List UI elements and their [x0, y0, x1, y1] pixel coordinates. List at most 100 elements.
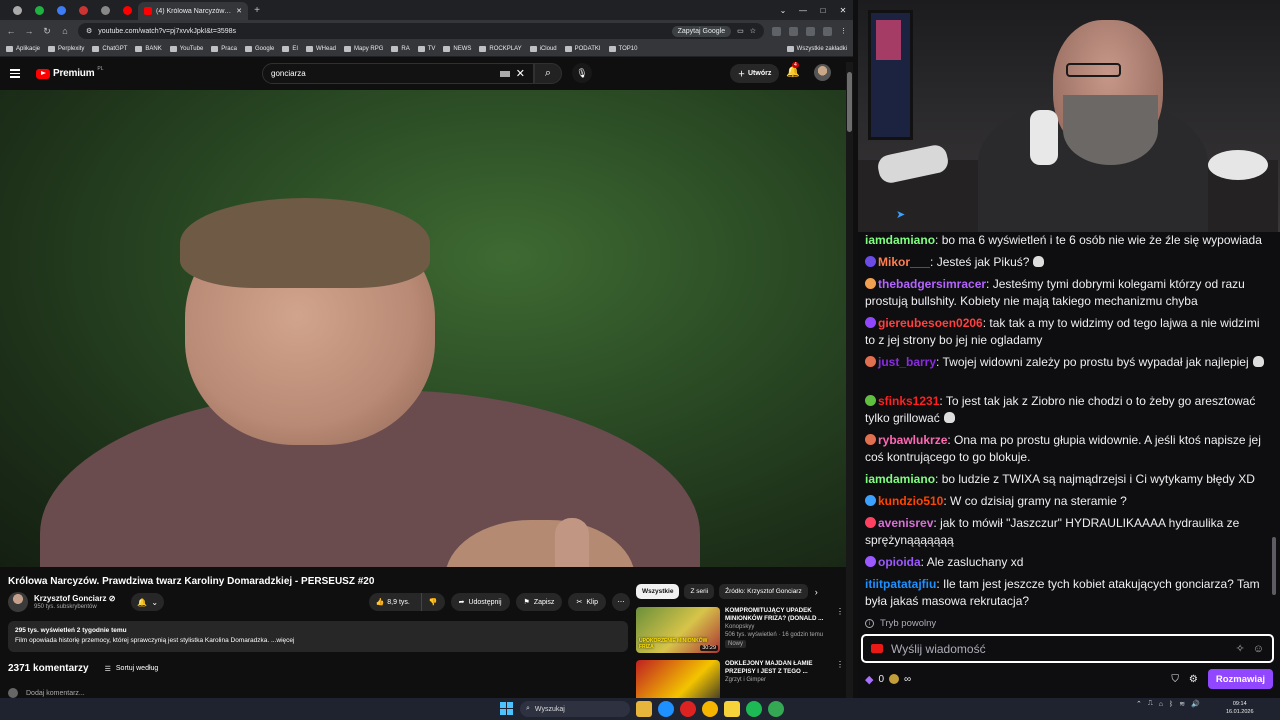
video-thumbnail[interactable] — [636, 660, 720, 698]
notes-icon[interactable] — [724, 701, 740, 717]
chat-badge-icon[interactable] — [865, 278, 876, 289]
omnibox[interactable]: ⚙ youtube.com/watch?v=pj7xvvkJpkI&t=3598… — [78, 23, 764, 39]
bookmark-star-icon[interactable]: ☆ — [750, 27, 756, 35]
chat-badge-icon[interactable] — [865, 517, 876, 528]
tab-search-icon[interactable]: ⌄ — [773, 6, 793, 15]
youtube-logo[interactable]: Premium PL — [36, 66, 104, 79]
keyboard-icon[interactable] — [499, 70, 510, 77]
bookmark-item[interactable]: TV — [417, 46, 435, 52]
bookmark-folder[interactable]: iCloud — [529, 46, 557, 52]
reload-icon[interactable]: ↻ — [42, 26, 52, 37]
bookmark-item[interactable]: Aplikacje — [6, 46, 40, 52]
related-video-channel[interactable]: Zgrzyt i Gimper — [725, 676, 831, 684]
chat-scrollbar[interactable] — [1272, 537, 1276, 595]
bookmark-folder[interactable]: Praca — [211, 46, 237, 52]
save-button[interactable]: ⚑ Zapisz — [515, 593, 563, 611]
search-input[interactable]: gonciarza ✕ — [262, 63, 534, 84]
related-video[interactable]: UPOKORZENIE MINIONKÓW FRIZA 30:29 KOMPRO… — [636, 607, 844, 657]
chip-all[interactable]: Wszystkie — [636, 584, 680, 599]
wifi-icon[interactable]: ≋ — [1179, 700, 1185, 708]
menu-icon[interactable] — [10, 69, 20, 78]
bookmark-folder[interactable]: NEWS — [443, 46, 471, 52]
bookmark-item[interactable]: YouTube — [169, 46, 203, 52]
volume-icon[interactable]: 🔊 — [1191, 700, 1200, 708]
account-avatar[interactable] — [814, 64, 831, 81]
bookmark-folder[interactable]: BANK — [135, 46, 162, 52]
chat-badge-icon[interactable] — [865, 317, 876, 328]
chat-username[interactable]: iamdamiano — [865, 233, 935, 247]
maximize-icon[interactable]: □ — [813, 6, 833, 15]
profile-icon[interactable] — [823, 26, 832, 36]
related-video[interactable]: ODKLEJONY MAJDAN ŁAMIE PRZEPISY I JEST Z… — [636, 660, 844, 698]
scrollbar-thumb[interactable] — [847, 72, 852, 132]
bookmark-item[interactable]: ChatGPT — [92, 46, 127, 52]
site-info-icon[interactable]: ⚙ — [86, 27, 92, 35]
extensions-puzzle-icon[interactable] — [806, 26, 815, 36]
url-field[interactable]: youtube.com/watch?v=pj7xvvkJpkI&t=3598s — [98, 28, 665, 35]
like-button[interactable]: 👍 8,9 tys. — [369, 593, 417, 611]
chat-badge-icon[interactable] — [865, 356, 876, 367]
create-button[interactable]: ＋ Utwórz — [730, 64, 780, 83]
bookmark-item[interactable]: RA — [391, 46, 410, 52]
forward-icon[interactable]: → — [24, 26, 34, 36]
voice-search-button[interactable]: 🎙 — [572, 63, 592, 83]
chat-username[interactable]: avenisrev — [878, 516, 933, 530]
shield-icon[interactable]: ⛉ — [1171, 674, 1179, 685]
dislike-button[interactable]: 👎 — [420, 593, 445, 611]
chat-username[interactable]: sfinks1231 — [878, 394, 939, 408]
home-icon[interactable]: ⌂ — [60, 26, 70, 36]
chat-badge-icon[interactable] — [865, 256, 876, 267]
new-tab-button[interactable]: + — [248, 5, 266, 16]
extension-icon[interactable] — [772, 26, 781, 36]
channel-points-icon[interactable] — [889, 674, 900, 684]
clear-search-icon[interactable]: ✕ — [516, 67, 525, 80]
more-actions-button[interactable]: ⋯ — [612, 593, 630, 611]
channel-avatar[interactable] — [8, 592, 28, 612]
usb-icon[interactable]: ⎍ — [1148, 700, 1153, 708]
windows-start-icon[interactable] — [500, 702, 513, 715]
chat-input[interactable]: Wyślij wiadomość ✧ ☺ — [861, 634, 1274, 663]
chat-badge-icon[interactable] — [865, 434, 876, 445]
add-comment-field[interactable]: Dodaj komentarz... — [8, 688, 85, 698]
cast-icon[interactable]: ▭ — [737, 27, 744, 35]
chat-username[interactable]: opioida — [878, 555, 921, 569]
share-button[interactable]: ➦ Udostępnij — [450, 593, 510, 611]
chat-username[interactable]: just_barry — [878, 355, 936, 369]
minimize-icon[interactable]: — — [793, 6, 813, 15]
notifications-button[interactable]: 🔔 4 — [786, 62, 800, 78]
emote-picker-icon[interactable]: ☺ — [1253, 643, 1264, 655]
browser-menu-icon[interactable]: ⋮ — [840, 27, 847, 35]
network-icon[interactable]: ⌂ — [1159, 701, 1163, 708]
related-video-title[interactable]: ODKLEJONY MAJDAN ŁAMIE PRZEPISY I JEST Z… — [725, 660, 831, 676]
bookmark-folder[interactable]: Mapy RPG — [344, 46, 383, 52]
page-scrollbar[interactable] — [846, 62, 853, 698]
tab-1[interactable] — [6, 0, 28, 20]
magic-icon[interactable]: ✧ — [1236, 642, 1245, 655]
close-window-icon[interactable]: ✕ — [833, 6, 853, 15]
chat-badge-icon[interactable] — [865, 556, 876, 567]
chat-username[interactable]: Mikor___ — [878, 255, 930, 269]
more-icon[interactable]: ⋮ — [836, 660, 844, 698]
chrome-icon[interactable] — [702, 701, 718, 717]
chat-send-button[interactable]: Rozmawiaj — [1207, 669, 1273, 689]
chat-username[interactable]: kundzio510 — [878, 494, 943, 508]
chrome-alt-icon[interactable] — [768, 701, 784, 717]
extension-icon[interactable] — [789, 26, 798, 36]
channel-name[interactable]: Krzysztof Gonciarz ⊘ — [34, 594, 115, 603]
bookmark-item[interactable]: Perplexity — [48, 46, 84, 52]
tab-close-icon[interactable]: ✕ — [236, 7, 242, 15]
spotify-icon[interactable] — [746, 701, 762, 717]
search-button[interactable]: ⌕ — [534, 63, 562, 84]
opera-icon[interactable] — [680, 701, 696, 717]
all-bookmarks[interactable]: Wszystkie zakładki — [786, 46, 847, 52]
chip-series[interactable]: Z serii — [684, 584, 715, 599]
chevron-right-icon[interactable]: › — [815, 587, 818, 597]
back-icon[interactable]: ← — [6, 26, 16, 36]
ask-google-button[interactable]: Zapytaj Google — [671, 25, 732, 37]
related-video-title[interactable]: KOMPROMITUJĄCY UPADEK MINIONKÓW FRIZA? (… — [725, 607, 831, 623]
file-explorer-icon[interactable] — [636, 701, 652, 717]
clip-button[interactable]: ✂ Klip — [568, 593, 606, 611]
chat-badge-icon[interactable] — [865, 395, 876, 406]
bookmark-item[interactable]: TOP10 — [608, 46, 637, 52]
chat-username[interactable]: giereubesoen0206 — [878, 316, 983, 330]
